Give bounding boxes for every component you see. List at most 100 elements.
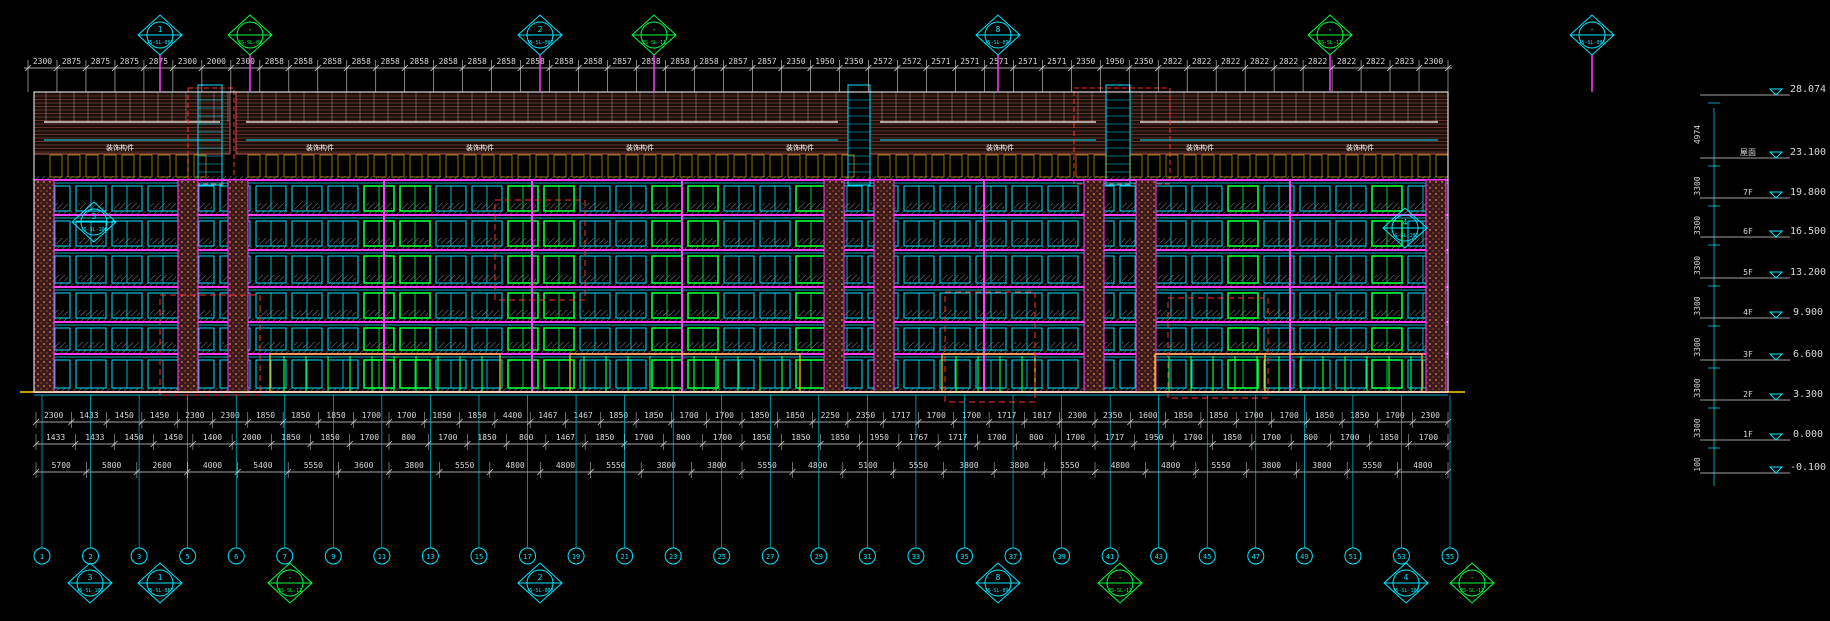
- brick-pilaster: [1425, 179, 1447, 393]
- section-number: 1: [158, 25, 163, 34]
- balcony-rail: [1158, 238, 1184, 244]
- attic-window: [1129, 154, 1143, 178]
- axis-number: 7: [283, 553, 287, 561]
- balcony-rail: [654, 238, 680, 244]
- axis-number: 21: [620, 553, 628, 561]
- bottom-dim-label: 1850: [256, 411, 275, 420]
- axis-number: 45: [1203, 553, 1211, 561]
- section-sheet: JS-SL-096: [984, 40, 1011, 46]
- top-dim-label: 2822: [1221, 57, 1240, 66]
- balcony-rail: [546, 310, 572, 316]
- balcony-rail: [1266, 238, 1292, 244]
- balcony-rail: [1302, 238, 1328, 244]
- top-dim-label: 2822: [1192, 57, 1211, 66]
- attic-window: [49, 154, 63, 178]
- top-dim-label: 2571: [1018, 57, 1037, 66]
- bottom-dim-label: 5550: [1363, 461, 1382, 470]
- balcony-rail: [1338, 342, 1364, 348]
- bottom-dim-label: 5550: [758, 461, 777, 470]
- attic-window: [571, 154, 585, 178]
- balcony-rail: [726, 203, 752, 209]
- section-sheet: JS-SL-11: [278, 588, 302, 594]
- bottom-dim-label: 5550: [455, 461, 474, 470]
- bottom-dim-label: 3800: [707, 461, 726, 470]
- balcony-rail: [258, 275, 284, 281]
- top-dim-label: 2822: [1337, 57, 1356, 66]
- level-elevation: 19.800: [1790, 187, 1826, 198]
- axis-number: 47: [1252, 553, 1260, 561]
- balcony-rail: [366, 203, 392, 209]
- attic-window: [1363, 154, 1377, 178]
- attic-window: [1435, 154, 1449, 178]
- attic-window: [931, 154, 945, 178]
- bottom-dim-label: 2000: [242, 433, 261, 442]
- balcony-rail: [1014, 310, 1040, 316]
- section-number: 3: [92, 212, 97, 221]
- balcony-rail: [150, 310, 176, 316]
- attic-window: [1399, 154, 1413, 178]
- attic-window: [193, 154, 207, 178]
- top-dim-label: 2858: [641, 57, 660, 66]
- bottom-dim-label: 1717: [997, 411, 1016, 420]
- attic-window: [913, 154, 927, 178]
- balcony-rail: [1338, 238, 1364, 244]
- level-triangle: [1768, 393, 1784, 401]
- level-spacing-label: 3300: [1693, 296, 1702, 315]
- balcony-rail: [582, 203, 608, 209]
- bottom-dim-label: 2350: [1103, 411, 1122, 420]
- top-dim-label: 2571: [1047, 57, 1066, 66]
- top-dim-label: 1950: [1105, 57, 1124, 66]
- roof-note-label: 装饰构件: [1186, 143, 1214, 152]
- elevation-drawing-canvas[interactable]: 装饰构件 装饰构件 装饰构件 装饰构件 装饰构件 装饰构件 装饰构件 装饰构件 2300 287…: [0, 0, 1830, 621]
- balcony-rail: [618, 238, 644, 244]
- balcony-rail: [582, 342, 608, 348]
- balcony-rail: [546, 342, 572, 348]
- top-dim-label: 2875: [62, 57, 81, 66]
- attic-window: [265, 154, 279, 178]
- section-number: 3: [88, 573, 93, 582]
- level-triangle: [1768, 151, 1784, 159]
- axis-number: 41: [1106, 553, 1114, 561]
- attic-window: [283, 154, 297, 178]
- balcony-rail: [438, 203, 464, 209]
- section-sheet: JS-SL-102: [80, 227, 107, 233]
- attic-window: [103, 154, 117, 178]
- bottom-dim-label: 1850: [750, 411, 769, 420]
- balcony-rail: [654, 310, 680, 316]
- bottom-dim-label: 1700: [927, 411, 946, 420]
- balcony-rail: [294, 310, 320, 316]
- attic-window: [769, 154, 783, 178]
- bottom-dim-label: 4800: [1111, 461, 1130, 470]
- axis-number: 3: [137, 553, 141, 561]
- bottom-dim-label: 1700: [987, 433, 1006, 442]
- bottom-dim-label: 5550: [606, 461, 625, 470]
- balcony-rail: [762, 238, 788, 244]
- top-dim-label: 2858: [294, 57, 313, 66]
- roof-note-label: 装饰构件: [786, 143, 814, 152]
- balcony-rail: [150, 342, 176, 348]
- axis-number: 11: [378, 553, 386, 561]
- axis-number: 23: [669, 553, 677, 561]
- attic-window: [427, 154, 441, 178]
- section-sheet: JS-SL-102: [1392, 588, 1419, 594]
- axis-number: 13: [426, 553, 434, 561]
- top-dim-label: 1950: [815, 57, 834, 66]
- balcony-rail: [1230, 275, 1256, 281]
- balcony-rail: [546, 238, 572, 244]
- attic-window: [661, 154, 675, 178]
- bottom-dim-label: 1433: [79, 411, 98, 420]
- balcony-rail: [294, 203, 320, 209]
- top-dim-label: 2571: [960, 57, 979, 66]
- balcony-rail: [1050, 238, 1076, 244]
- attic-window: [553, 154, 567, 178]
- balcony-rail: [1014, 275, 1040, 281]
- brick-pilaster: [1135, 179, 1157, 393]
- balcony-rail: [906, 203, 932, 209]
- bottom-dim-label: 1850: [1174, 411, 1193, 420]
- balcony-rail: [330, 342, 356, 348]
- balcony-rail: [942, 310, 968, 316]
- balcony-rail: [294, 342, 320, 348]
- bottom-dim-label: 2600: [152, 461, 171, 470]
- balcony-rail: [474, 238, 500, 244]
- balcony-rail: [798, 275, 824, 281]
